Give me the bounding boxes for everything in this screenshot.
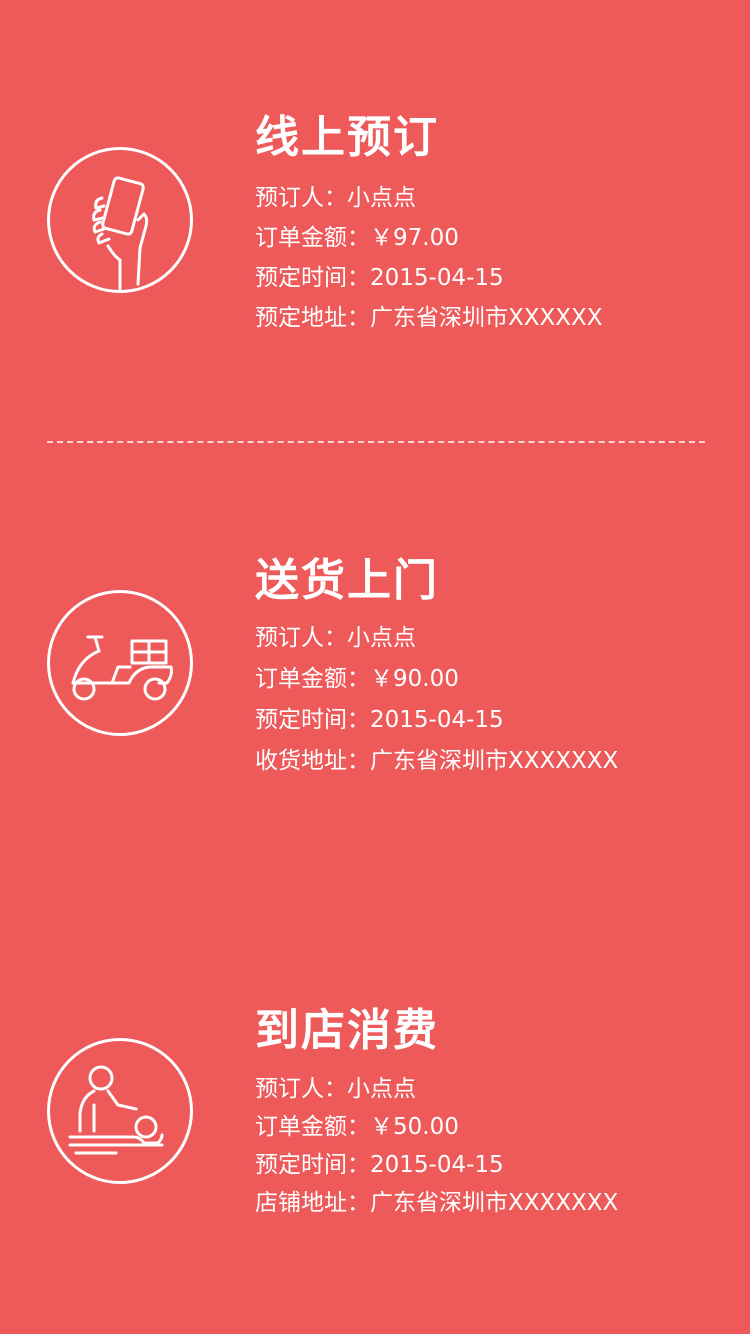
booker-label: 预订人： — [255, 625, 347, 651]
amount-line: 订单金额：￥97.00 — [255, 218, 725, 258]
amount-value: ￥97.00 — [370, 225, 459, 251]
booker-line: 预订人：小点点 — [255, 1070, 725, 1108]
booker-value: 小点点 — [347, 185, 416, 211]
scooter-icon — [47, 590, 193, 736]
time-label: 预定时间： — [255, 1152, 370, 1178]
time-label: 预定时间： — [255, 265, 370, 291]
section-title: 线上预订 — [255, 112, 439, 163]
hand-phone-icon — [47, 147, 193, 293]
section-title: 到店消费 — [255, 1005, 439, 1056]
time-line: 预定时间：2015-04-15 — [255, 1146, 725, 1184]
booker-line: 预订人：小点点 — [255, 178, 725, 218]
amount-label: 订单金额： — [255, 666, 370, 692]
booker-label: 预订人： — [255, 1076, 347, 1102]
address-value: 广东省深圳市XXXXXXX — [370, 1190, 619, 1216]
amount-label: 订单金额： — [255, 1114, 370, 1140]
address-line: 收货地址：广东省深圳市XXXXXXX — [255, 741, 725, 782]
time-value: 2015-04-15 — [370, 1152, 504, 1178]
time-value: 2015-04-15 — [370, 265, 504, 291]
section-title: 送货上门 — [255, 555, 439, 606]
amount-value: ￥50.00 — [370, 1114, 459, 1140]
time-label: 预定时间： — [255, 707, 370, 733]
address-label: 店铺地址： — [255, 1190, 370, 1216]
address-value: 广东省深圳市XXXXXX — [370, 305, 603, 331]
amount-line: 订单金额：￥50.00 — [255, 1108, 725, 1146]
amount-value: ￥90.00 — [370, 666, 459, 692]
time-line: 预定时间：2015-04-15 — [255, 258, 725, 298]
booker-value: 小点点 — [347, 1076, 416, 1102]
address-line: 店铺地址：广东省深圳市XXXXXXX — [255, 1184, 725, 1222]
massage-icon — [47, 1038, 193, 1184]
time-line: 预定时间：2015-04-15 — [255, 700, 725, 741]
address-line: 预定地址：广东省深圳市XXXXXX — [255, 298, 725, 338]
address-label: 预定地址： — [255, 305, 370, 331]
amount-label: 订单金额： — [255, 225, 370, 251]
booker-line: 预订人：小点点 — [255, 618, 725, 659]
booker-label: 预订人： — [255, 185, 347, 211]
amount-line: 订单金额：￥90.00 — [255, 659, 725, 700]
dashed-divider — [47, 441, 705, 443]
time-value: 2015-04-15 — [370, 707, 504, 733]
address-value: 广东省深圳市XXXXXXX — [370, 748, 619, 774]
address-label: 收货地址： — [255, 748, 370, 774]
booker-value: 小点点 — [347, 625, 416, 651]
